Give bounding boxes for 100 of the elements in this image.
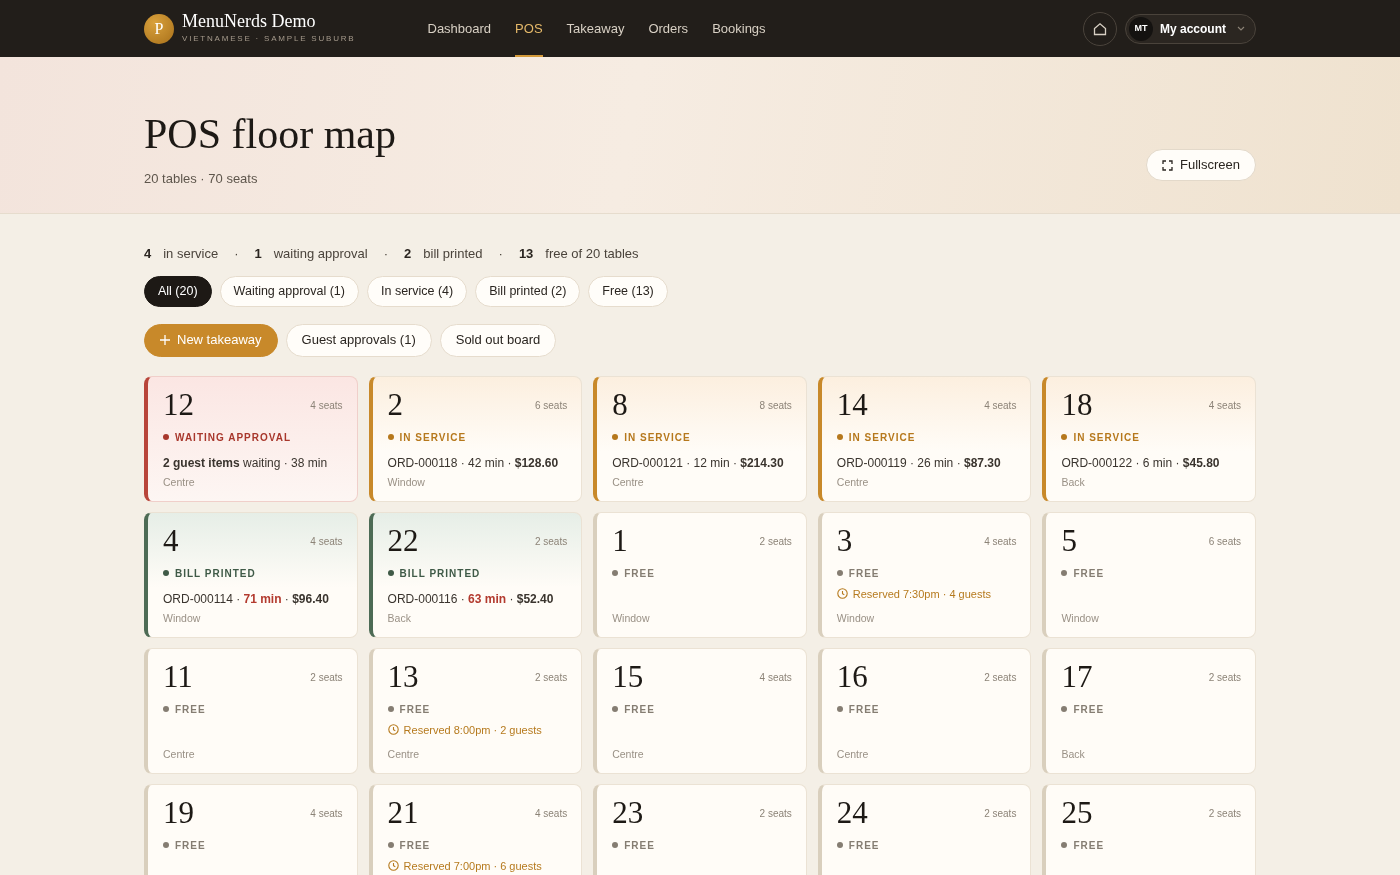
- status-dot: [163, 570, 169, 576]
- table-card[interactable]: 2 6 seats IN SERVICE ORD-000118 · 42 min · $128.60 Window: [368, 375, 583, 502]
- table-card[interactable]: 13 2 seats FREE Reserved 8:00pm · 2 guests Centre: [368, 647, 583, 774]
- seat-count: 2 seats: [984, 806, 1017, 821]
- table-card[interactable]: 17 2 seats FREE Back: [1042, 647, 1256, 774]
- table-number: 4: [163, 524, 179, 556]
- seat-count: 2 seats: [1208, 806, 1241, 821]
- summary-count: 4: [144, 245, 152, 263]
- table-card[interactable]: 3 4 seats FREE Reserved 7:30pm · 4 guests Window: [817, 511, 1032, 638]
- table-card[interactable]: 22 2 seats BILL PRINTED ORD-000116 · 63 min · $52.40 Back: [368, 511, 583, 638]
- table-card[interactable]: 16 2 seats FREE Centre: [817, 647, 1032, 774]
- table-card[interactable]: 24 2 seats FREE: [817, 783, 1032, 875]
- status-label: FREE: [175, 702, 206, 717]
- area-label: Centre: [612, 474, 645, 490]
- status-dot: [612, 434, 619, 440]
- action-button[interactable]: Sold out board: [439, 323, 557, 357]
- summary-count: 13: [518, 245, 534, 263]
- action-button[interactable]: Guest approvals (1): [285, 323, 432, 357]
- account-menu[interactable]: MT My account: [1125, 13, 1256, 44]
- area-label: Window: [1061, 610, 1100, 626]
- table-card[interactable]: 15 4 seats FREE Centre: [593, 647, 807, 774]
- table-number: 1: [612, 524, 628, 556]
- status-label: FREE: [1073, 566, 1105, 581]
- table-card[interactable]: 11 2 seats FREE Centre: [144, 647, 358, 774]
- seat-count: 6 seats: [1208, 534, 1241, 549]
- nav-tab[interactable]: Takeaway: [566, 0, 625, 58]
- table-card[interactable]: 5 6 seats FREE Window: [1042, 511, 1256, 638]
- reservation-note: Reserved 7:00pm · 6 guests: [403, 858, 542, 874]
- seat-count: 8 seats: [759, 398, 792, 413]
- table-card[interactable]: 18 4 seats IN SERVICE ORD-000122 · 6 min · $45.80 Back: [1042, 375, 1256, 502]
- clock-icon: [387, 860, 399, 872]
- filter-chip[interactable]: Bill printed (2): [475, 275, 581, 307]
- table-card[interactable]: 21 4 seats FREE Reserved 7:00pm · 6 guests: [368, 783, 583, 875]
- table-card[interactable]: 25 2 seats FREE: [1042, 783, 1256, 875]
- table-number: 24: [836, 796, 868, 828]
- table-number: 21: [387, 796, 419, 828]
- order-detail: 2 guest items waiting · 38 min: [163, 454, 329, 472]
- seat-count: 2 seats: [534, 534, 568, 549]
- fullscreen-button[interactable]: Fullscreen: [1146, 149, 1256, 181]
- area-label: Centre: [387, 746, 421, 762]
- status-label: FREE: [624, 838, 655, 853]
- order-detail: ORD-000119 · 26 min · $87.30: [836, 454, 1002, 472]
- status-dot: [612, 570, 619, 576]
- table-card[interactable]: 4 4 seats BILL PRINTED ORD-000114 · 71 min · $96.40 Window: [144, 511, 358, 638]
- nav-tab[interactable]: Bookings: [712, 0, 766, 58]
- nav-tab[interactable]: Dashboard: [427, 0, 492, 58]
- status-dot: [1061, 434, 1068, 440]
- summary-label: bill printed: [423, 245, 483, 263]
- seat-count: 6 seats: [534, 398, 568, 413]
- summary-count: 2: [404, 245, 412, 263]
- area-label: Window: [163, 610, 202, 626]
- home-icon: [1093, 21, 1107, 36]
- account-avatar: MT: [1129, 16, 1153, 41]
- status-dot: [1061, 706, 1068, 712]
- filter-chip[interactable]: All (20): [144, 275, 212, 307]
- seat-count: 4 seats: [1208, 398, 1241, 413]
- clock-icon: [836, 588, 848, 600]
- status-label: FREE: [624, 702, 655, 717]
- seat-count: 4 seats: [310, 806, 343, 821]
- filter-chip[interactable]: Waiting approval (1): [219, 275, 359, 307]
- table-card[interactable]: 8 8 seats IN SERVICE ORD-000121 · 12 min · $214.30 Centre: [593, 375, 807, 502]
- table-card[interactable]: 14 4 seats IN SERVICE ORD-000119 · 26 min · $87.30 Centre: [817, 375, 1032, 502]
- status-label: FREE: [175, 838, 206, 853]
- status-label: FREE: [848, 838, 880, 853]
- seat-count: 2 seats: [534, 670, 568, 685]
- filter-chip[interactable]: In service (4): [367, 275, 468, 307]
- table-number: 22: [387, 524, 419, 556]
- status-dot: [836, 706, 843, 712]
- reservation-note: Reserved 8:00pm · 2 guests: [403, 722, 542, 738]
- nav-tab[interactable]: Orders: [648, 0, 689, 58]
- page-subtitle: 20 tables · 70 seats: [144, 170, 259, 188]
- table-number: 12: [163, 388, 194, 420]
- area-label: Back: [387, 610, 412, 626]
- table-number: 18: [1061, 388, 1093, 420]
- table-number: 15: [612, 660, 644, 692]
- status-dot: [387, 706, 394, 712]
- status-dot: [163, 706, 169, 712]
- separator-dot: ·: [383, 245, 389, 263]
- table-number: 8: [612, 388, 628, 420]
- status-label: FREE: [624, 566, 655, 581]
- status-label: BILL PRINTED: [175, 566, 256, 581]
- status-dot: [836, 842, 843, 848]
- table-card[interactable]: 1 2 seats FREE Window: [593, 511, 807, 638]
- seat-count: 2 seats: [759, 534, 792, 549]
- seat-count: 2 seats: [759, 806, 792, 821]
- table-number: 3: [836, 524, 853, 556]
- area-label: Back: [1061, 474, 1086, 490]
- status-dot: [387, 570, 394, 576]
- page-title: POS floor map: [144, 113, 396, 155]
- table-card[interactable]: 19 4 seats FREE: [144, 783, 358, 875]
- table-number: 16: [836, 660, 868, 692]
- status-dot: [387, 842, 394, 848]
- table-card[interactable]: 23 2 seats FREE: [593, 783, 807, 875]
- status-dot: [612, 842, 619, 848]
- table-card[interactable]: 12 4 seats WAITING APPROVAL 2 guest items waiting · 38 min Centre: [144, 375, 358, 502]
- order-detail: ORD-000118 · 42 min · $128.60: [387, 454, 560, 472]
- status-dot: [163, 842, 169, 848]
- filter-chip[interactable]: Free (13): [588, 275, 668, 307]
- seat-count: 4 seats: [310, 398, 343, 413]
- separator-dot: ·: [498, 245, 503, 263]
